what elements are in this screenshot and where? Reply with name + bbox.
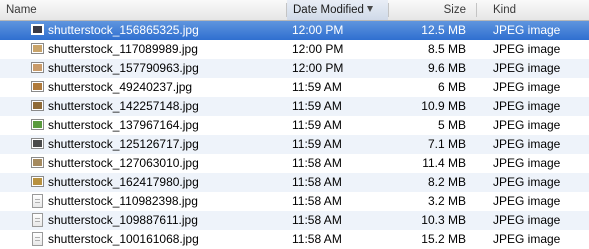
image-thumbnail-icon	[31, 176, 44, 187]
file-kind: JPEG image	[493, 213, 561, 227]
jpeg-document-icon	[32, 213, 43, 227]
file-size: 10.9 MB	[421, 99, 466, 113]
file-kind: JPEG image	[493, 194, 561, 208]
image-thumbnail-icon	[31, 43, 44, 54]
file-row[interactable]: shutterstock_110982398.jpg 11:58 AM 3.2 MB…	[0, 192, 589, 211]
file-row[interactable]: shutterstock_156865325.jpg 12:00 PM 12.5 M…	[0, 21, 589, 40]
file-kind: JPEG image	[493, 61, 561, 75]
file-row[interactable]: shutterstock_137967164.jpg 11:59 AM 5 MB JP…	[0, 116, 589, 135]
file-size: 3.2 MB	[427, 194, 466, 208]
file-name: shutterstock_117089989.jpg	[48, 42, 198, 56]
file-name: shutterstock_127063010.jpg	[48, 156, 199, 170]
file-size: 10.3 MB	[421, 213, 466, 227]
file-size: 6 MB	[437, 80, 466, 94]
file-kind: JPEG image	[493, 99, 561, 113]
column-header-bar: Name Date Modified Size Kind	[0, 0, 589, 21]
image-thumbnail-icon	[31, 81, 44, 92]
sort-descending-icon	[366, 6, 373, 12]
column-header-name[interactable]: Name	[0, 0, 286, 20]
column-header-date-label: Date Modified	[293, 4, 364, 16]
image-thumbnail-icon	[31, 157, 44, 168]
file-kind: JPEG image	[493, 118, 561, 132]
jpeg-document-icon	[32, 194, 43, 208]
jpeg-document-icon	[32, 232, 43, 246]
file-size: 11.4 MB	[422, 156, 466, 170]
file-name: shutterstock_156865325.jpg	[48, 23, 199, 37]
file-kind: JPEG image	[493, 156, 561, 170]
file-name: shutterstock_125126717.jpg	[48, 137, 199, 151]
file-kind: JPEG image	[493, 175, 561, 189]
file-name: shutterstock_162417980.jpg	[48, 175, 199, 189]
file-row[interactable]: shutterstock_109887611.jpg 11:58 AM 10.3 M…	[0, 211, 589, 230]
file-size: 8.5 MB	[427, 42, 466, 56]
file-name: shutterstock_109887611.jpg	[48, 213, 198, 227]
file-size: 9.6 MB	[427, 61, 466, 75]
column-header-kind[interactable]: Kind	[477, 0, 589, 20]
image-thumbnail-icon	[31, 138, 44, 149]
file-name: shutterstock_137967164.jpg	[48, 118, 199, 132]
image-thumbnail-icon	[31, 100, 44, 111]
file-row[interactable]: shutterstock_142257148.jpg 11:59 AM 10.9 M…	[0, 97, 589, 116]
image-thumbnail-icon	[31, 24, 44, 35]
file-name: shutterstock_142257148.jpg	[48, 99, 199, 113]
file-row[interactable]: shutterstock_117089989.jpg 12:00 PM 8.5 MB…	[0, 40, 589, 59]
file-name: shutterstock_100161068.jpg	[48, 232, 199, 246]
file-name: shutterstock_157790963.jpg	[48, 61, 199, 75]
file-kind: JPEG image	[493, 42, 561, 56]
file-size: 7.1 MB	[427, 137, 466, 151]
image-thumbnail-icon	[31, 119, 44, 130]
file-size: 12.5 MB	[421, 23, 466, 37]
file-size: 15.2 MB	[421, 232, 466, 246]
file-name: shutterstock_110982398.jpg	[48, 194, 198, 208]
file-row[interactable]: shutterstock_125126717.jpg 11:59 AM 7.1 MB…	[0, 135, 589, 154]
image-thumbnail-icon	[31, 62, 44, 73]
file-size: 5 MB	[437, 118, 466, 132]
file-list: shutterstock_156865325.jpg 12:00 PM 12.5 M…	[0, 21, 589, 249]
file-row[interactable]: shutterstock_162417980.jpg 11:58 AM 8.2 MB…	[0, 173, 589, 192]
file-kind: JPEG image	[493, 232, 561, 246]
file-kind: JPEG image	[493, 23, 561, 37]
column-header-date-modified[interactable]: Date Modified	[287, 0, 388, 20]
file-row[interactable]: shutterstock_100161068.jpg 11:58 AM 15.2 M…	[0, 230, 589, 249]
file-row[interactable]: shutterstock_127063010.jpg 11:58 AM 11.4 M…	[0, 154, 589, 173]
file-size: 8.2 MB	[427, 175, 466, 189]
file-row[interactable]: shutterstock_157790963.jpg 12:00 PM 9.6 MB…	[0, 59, 589, 78]
file-row[interactable]: shutterstock_49240237.jpg 11:59 AM 6 MB JPE…	[0, 78, 589, 97]
file-kind: JPEG image	[493, 137, 561, 151]
file-name: shutterstock_49240237.jpg	[48, 80, 193, 94]
file-kind: JPEG image	[493, 80, 561, 94]
column-header-size[interactable]: Size	[389, 0, 476, 20]
